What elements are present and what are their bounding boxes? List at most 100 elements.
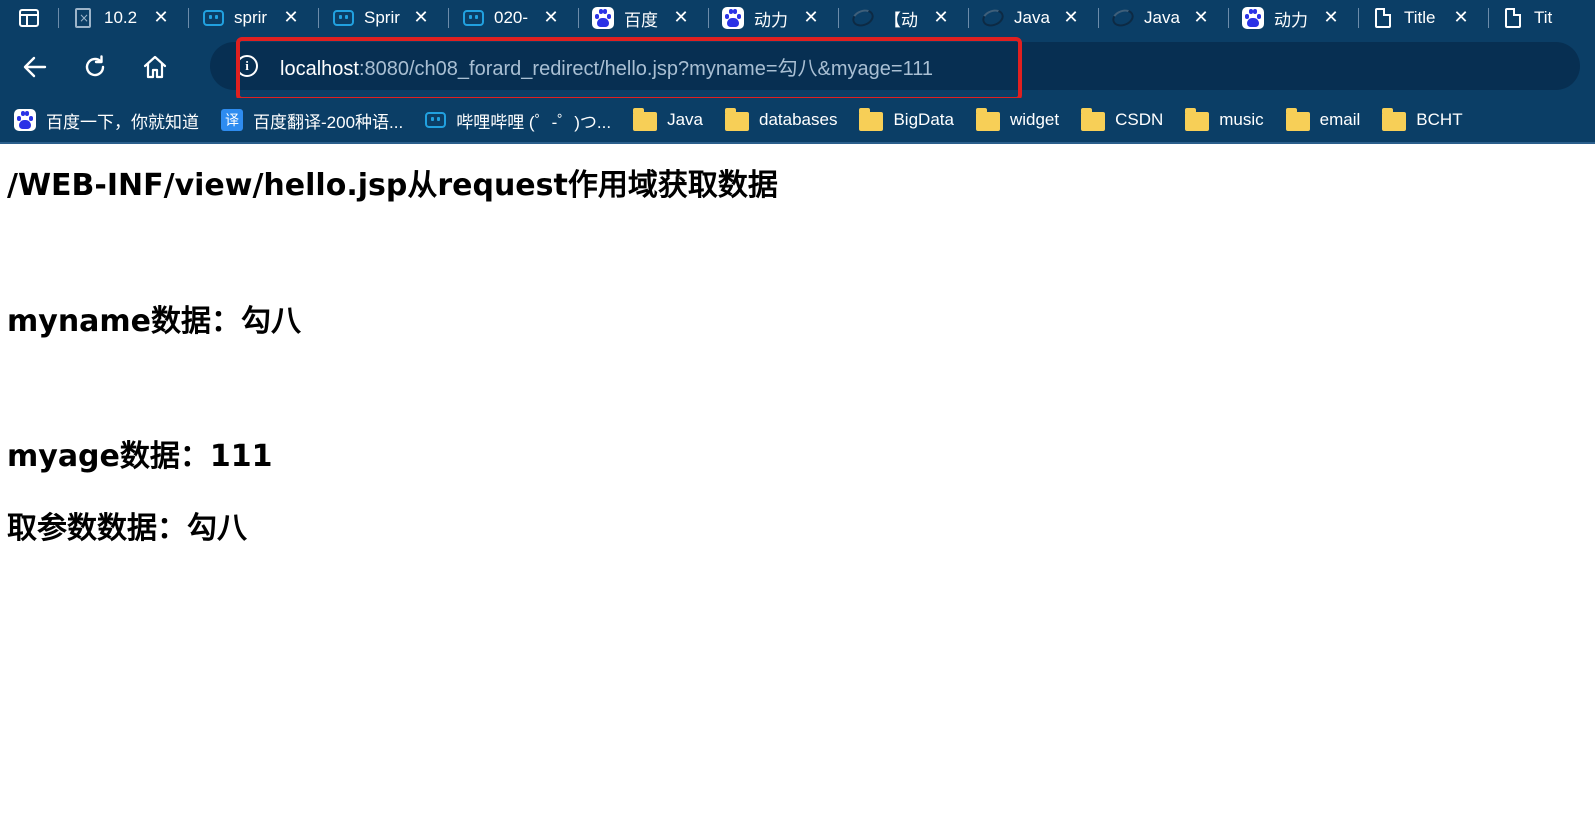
bilibili-icon	[425, 112, 447, 128]
close-icon[interactable]: ✕	[412, 9, 430, 27]
baidu-icon	[722, 7, 744, 29]
page-heading: /WEB-INF/view/hello.jsp从request作用域获取数据	[7, 168, 778, 203]
tab-3[interactable]: Sprir ✕	[318, 0, 448, 36]
close-icon[interactable]: ✕	[802, 9, 820, 27]
bookmark-label: Java	[667, 110, 704, 129]
bookmark-bilibili[interactable]: 哔哩哔哩 (゜-゜)つ...	[425, 105, 611, 135]
sidebar-icon	[19, 9, 39, 27]
url-path: :8080/ch08_forard_redirect/hello.jsp?myn…	[358, 57, 933, 80]
page-content: /WEB-INF/view/hello.jsp从request作用域获取数据 m…	[0, 144, 1595, 826]
tab-1[interactable]: 10.2 ✕	[58, 0, 188, 36]
swirl-icon	[849, 6, 877, 30]
refresh-button[interactable]	[70, 42, 120, 92]
folder-icon	[633, 108, 658, 131]
tab-title: 020-	[494, 8, 529, 27]
bookmark-label: music	[1219, 110, 1264, 129]
url-text[interactable]: localhost:8080/ch08_forard_redirect/hell…	[280, 52, 933, 81]
bookmark-label: widget	[1009, 110, 1060, 129]
bookmark-label: 百度翻译-200种语...	[253, 112, 404, 132]
bookmark-folder-databases[interactable]: databases	[725, 105, 837, 135]
info-icon[interactable]: i	[236, 55, 258, 77]
close-icon[interactable]: ✕	[1062, 9, 1080, 27]
folder-icon	[1185, 108, 1210, 131]
tab-title: 百度	[624, 10, 658, 30]
tab-12[interactable]: Tit	[1488, 0, 1554, 36]
bookmark-folder-bcht[interactable]: BCHT	[1382, 105, 1463, 135]
back-button[interactable]	[10, 42, 60, 92]
close-icon[interactable]: ✕	[152, 9, 170, 27]
folder-icon	[1081, 108, 1106, 131]
bookmark-folder-email[interactable]: email	[1285, 105, 1361, 135]
url-host: localhost	[280, 57, 359, 80]
tab-title: Tit	[1534, 8, 1553, 27]
myname-value: myname数据：勾八	[7, 304, 302, 339]
tab-title: 动力	[1274, 10, 1308, 30]
page-icon	[1502, 7, 1524, 29]
bookmark-baidu-translate[interactable]: 译 百度翻译-200种语...	[221, 105, 403, 135]
baidu-icon	[14, 109, 36, 131]
folder-icon	[975, 108, 1000, 131]
folder-icon	[725, 108, 750, 131]
folder-icon	[1285, 108, 1310, 131]
myage-value: myage数据：111	[7, 439, 273, 474]
error-page-icon	[72, 7, 94, 29]
bookmark-folder-csdn[interactable]: CSDN	[1081, 105, 1163, 135]
swirl-icon	[979, 6, 1007, 30]
tab-7[interactable]: 【动 ✕	[838, 0, 968, 36]
page-icon	[1372, 7, 1394, 29]
bookmark-label: email	[1319, 110, 1361, 129]
close-icon[interactable]: ✕	[1322, 9, 1340, 27]
bookmark-label: databases	[759, 110, 838, 129]
bookmark-folder-bigdata[interactable]: BigData	[859, 105, 954, 135]
translate-icon: 译	[221, 109, 243, 131]
bookmark-label: 哔哩哔哩 (゜-゜)つ...	[456, 112, 612, 132]
bookmark-label: CSDN	[1115, 110, 1164, 129]
bookmarks-bar: 百度一下，你就知道 译 百度翻译-200种语... 哔哩哔哩 (゜-゜)つ...…	[0, 98, 1595, 144]
home-icon	[143, 55, 167, 79]
address-bar[interactable]: i localhost:8080/ch08_forard_redirect/he…	[210, 42, 1580, 90]
tab-title: Java	[1014, 8, 1050, 27]
tab-title: Title	[1404, 8, 1436, 27]
tab-2[interactable]: sprir ✕	[188, 0, 318, 36]
param-value: 取参数数据：勾八	[7, 511, 247, 546]
tab-title: 动力	[754, 10, 788, 30]
folder-icon	[859, 108, 884, 131]
tab-actions-button[interactable]	[0, 0, 58, 36]
close-icon[interactable]: ✕	[672, 9, 690, 27]
tab-title: 【动	[884, 10, 918, 30]
close-icon[interactable]: ✕	[1192, 9, 1210, 27]
close-icon[interactable]: ✕	[1452, 9, 1470, 27]
tab-title: sprir	[234, 8, 268, 27]
tab-5[interactable]: 百度 ✕	[578, 0, 708, 36]
bookmark-folder-java[interactable]: Java	[633, 105, 703, 135]
bookmark-baidu[interactable]: 百度一下，你就知道	[14, 105, 199, 135]
tab-8[interactable]: Java ✕	[968, 0, 1098, 36]
back-arrow-icon	[23, 56, 47, 78]
bookmark-folder-widget[interactable]: widget	[975, 105, 1060, 135]
folder-icon	[1382, 108, 1407, 131]
navigation-toolbar: i localhost:8080/ch08_forard_redirect/he…	[0, 36, 1595, 98]
bilibili-icon	[202, 7, 224, 29]
bilibili-icon	[332, 7, 354, 29]
bookmark-folder-music[interactable]: music	[1185, 105, 1264, 135]
tab-6[interactable]: 动力 ✕	[708, 0, 838, 36]
tab-strip: 10.2 ✕ sprir ✕ Sprir ✕ 020- ✕ 百度 ✕ 动力 ✕ …	[0, 0, 1595, 36]
close-icon[interactable]: ✕	[542, 9, 560, 27]
bookmark-label: 百度一下，你就知道	[46, 112, 199, 132]
tab-4[interactable]: 020- ✕	[448, 0, 578, 36]
bilibili-icon	[462, 7, 484, 29]
tab-11[interactable]: Title ✕	[1358, 0, 1488, 36]
tab-title: Sprir	[364, 8, 400, 27]
bookmark-label: BigData	[893, 110, 954, 129]
bookmark-label: BCHT	[1416, 110, 1463, 129]
baidu-icon	[592, 7, 614, 29]
tab-title: 10.2	[104, 8, 138, 27]
close-icon[interactable]: ✕	[932, 9, 950, 27]
close-icon[interactable]: ✕	[282, 9, 300, 27]
tab-title: Java	[1144, 8, 1180, 27]
refresh-icon	[85, 55, 105, 77]
baidu-icon	[1242, 7, 1264, 29]
home-button[interactable]	[130, 42, 180, 92]
tab-9[interactable]: Java ✕	[1098, 0, 1228, 36]
tab-10[interactable]: 动力 ✕	[1228, 0, 1358, 36]
